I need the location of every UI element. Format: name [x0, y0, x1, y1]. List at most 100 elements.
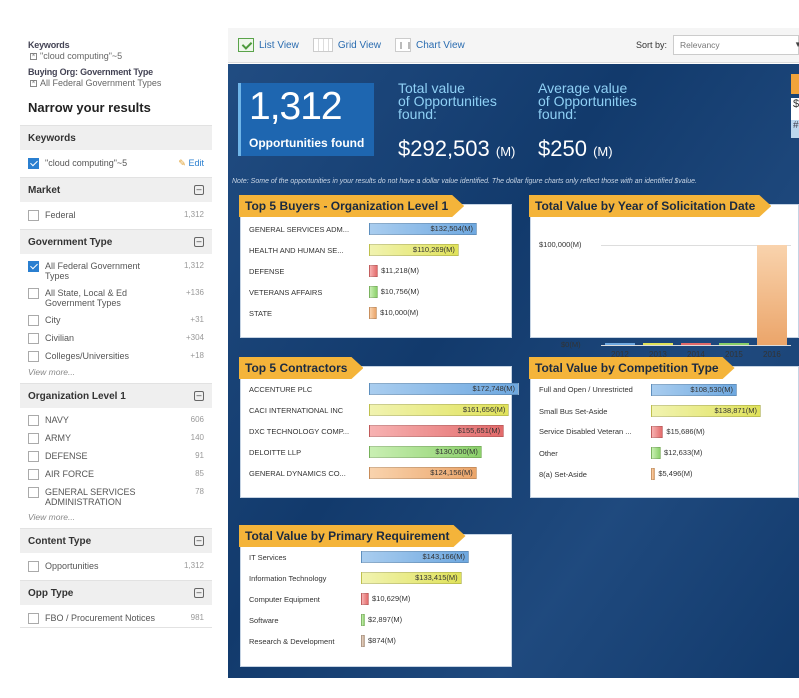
- filter-option[interactable]: NAVY 606: [20, 408, 212, 429]
- filter-label: GENERAL SERVICES ADMINISTRATION: [45, 487, 136, 507]
- sort-select[interactable]: Relevancy ▼: [673, 35, 799, 55]
- chart-title: Total Value by Competition Type: [529, 357, 735, 379]
- checkbox[interactable]: [28, 351, 39, 362]
- filter-count: 140: [190, 433, 204, 442]
- bar[interactable]: $15,686(M): [651, 426, 705, 438]
- bar[interactable]: $108,530(M): [651, 384, 737, 396]
- section-header[interactable]: Opp Type –: [20, 581, 212, 605]
- bar-value-label: $155,651(M): [457, 426, 501, 435]
- checkbox[interactable]: [28, 469, 39, 480]
- chart-title: Top 5 Contractors: [239, 357, 363, 379]
- checkbox[interactable]: [28, 288, 39, 299]
- bar-row: DXC TECHNOLOGY COMP... $155,651(M): [249, 424, 505, 438]
- bar[interactable]: $138,871(M): [651, 405, 761, 417]
- collapse-icon[interactable]: –: [194, 588, 204, 598]
- filter-option[interactable]: Opportunities 1,312: [20, 553, 212, 580]
- checkbox[interactable]: [28, 210, 39, 221]
- checkbox[interactable]: [28, 561, 39, 572]
- checkbox[interactable]: [28, 333, 39, 344]
- chart-title: Total Value by Year of Solicitation Date: [529, 195, 771, 217]
- bar-row: Other $12,633(M): [539, 446, 702, 460]
- filter-option[interactable]: City +31: [20, 311, 212, 329]
- dollar-value-note: Note: Some of the opportunities in your …: [232, 178, 697, 185]
- section-header[interactable]: Content Type –: [20, 529, 212, 553]
- column-bar[interactable]: [643, 343, 673, 345]
- column-bar[interactable]: [757, 245, 787, 345]
- filter-option[interactable]: AIR FORCE 85: [20, 465, 212, 483]
- bar[interactable]: $5,496(M): [651, 468, 693, 480]
- collapse-icon[interactable]: –: [194, 536, 204, 546]
- bar[interactable]: $132,504(M): [369, 223, 477, 235]
- bar[interactable]: $10,629(M): [361, 593, 410, 605]
- crumb-value[interactable]: × "cloud computing"~5: [28, 51, 204, 61]
- filter-label: All Federal Government Types: [45, 261, 141, 281]
- bar[interactable]: $874(M): [361, 635, 396, 647]
- bar[interactable]: $2,897(M): [361, 614, 402, 626]
- checkbox[interactable]: [28, 451, 39, 462]
- view-more-link[interactable]: View more...: [20, 510, 212, 528]
- bar[interactable]: $161,656(M): [369, 404, 510, 416]
- section-header[interactable]: Organization Level 1 –: [20, 384, 212, 408]
- section-header[interactable]: Market –: [20, 178, 212, 202]
- collapse-icon[interactable]: –: [194, 391, 204, 401]
- total-value: $292,503 (M): [398, 136, 515, 162]
- filter-option[interactable]: ARMY 140: [20, 429, 212, 447]
- filter-option[interactable]: All State, Local & Ed Government Types +…: [20, 284, 212, 311]
- bar[interactable]: $110,269(M): [369, 244, 459, 256]
- checkbox[interactable]: [28, 415, 39, 426]
- bar[interactable]: $124,156(M): [369, 467, 477, 479]
- bar[interactable]: $130,000(M): [369, 446, 482, 458]
- filter-count: 1,312: [183, 261, 204, 270]
- bar-category-label: GENERAL DYNAMICS CO...: [249, 468, 346, 478]
- bar[interactable]: $143,166(M): [361, 551, 469, 563]
- chart-view-button[interactable]: Chart View: [395, 38, 465, 52]
- checkbox[interactable]: [28, 158, 39, 169]
- bar[interactable]: $155,651(M): [369, 425, 505, 437]
- bar[interactable]: $172,748(M): [369, 383, 519, 395]
- crumb-value[interactable]: × All Federal Government Types: [28, 78, 204, 88]
- column-bar[interactable]: [681, 343, 711, 345]
- collapse-icon[interactable]: –: [194, 185, 204, 195]
- list-view-button[interactable]: List View: [238, 38, 299, 52]
- grid-view-button[interactable]: Grid View: [312, 38, 381, 52]
- section-header[interactable]: Government Type –: [20, 230, 212, 254]
- export-button[interactable]: [791, 74, 799, 94]
- average-value-label: Average value of Opportunities found:: [538, 81, 637, 121]
- filter-label: Colleges/Universities: [45, 351, 130, 361]
- government-type-section: Government Type – All Federal Government …: [20, 230, 212, 384]
- remove-filter-icon[interactable]: ×: [30, 79, 37, 87]
- view-more-link[interactable]: View more...: [20, 365, 212, 383]
- bar[interactable]: $11,218(M): [369, 265, 419, 277]
- bar-chart-icon: [395, 38, 412, 52]
- filter-option[interactable]: "cloud computing"~5 ✎ Edit: [20, 150, 212, 177]
- pencil-icon: ✎: [178, 158, 186, 168]
- bar[interactable]: $12,633(M): [651, 447, 702, 459]
- checkbox[interactable]: [28, 487, 39, 498]
- checkbox[interactable]: [28, 613, 39, 624]
- collapse-icon[interactable]: –: [194, 237, 204, 247]
- filter-option[interactable]: DEFENSE 91: [20, 447, 212, 465]
- filter-option[interactable]: Colleges/Universities +18: [20, 347, 212, 365]
- column-bar[interactable]: [719, 343, 749, 345]
- filter-count: 606: [190, 415, 204, 424]
- currency-toggle[interactable]: $: [791, 98, 799, 120]
- remove-filter-icon[interactable]: ×: [30, 52, 37, 60]
- filter-option[interactable]: Civilian +304: [20, 329, 212, 347]
- checkbox[interactable]: [28, 315, 39, 326]
- bar-row: STATE $10,000(M): [249, 306, 419, 320]
- filter-label: NAVY: [45, 415, 69, 425]
- crumb-value-text: All Federal Government Types: [40, 78, 162, 88]
- bar[interactable]: $10,756(M): [369, 286, 419, 298]
- section-header: Keywords: [20, 126, 212, 150]
- column-bar[interactable]: [605, 343, 635, 345]
- filter-option[interactable]: All Federal Government Types 1,312: [20, 254, 212, 284]
- filter-option[interactable]: GENERAL SERVICES ADMINISTRATION 78: [20, 483, 212, 510]
- bar[interactable]: $10,000(M): [369, 307, 419, 319]
- checkbox[interactable]: [28, 433, 39, 444]
- filter-option[interactable]: Federal 1,312: [20, 202, 212, 229]
- bar[interactable]: $133,415(M): [361, 572, 462, 584]
- edit-link[interactable]: ✎ Edit: [178, 158, 204, 169]
- count-toggle[interactable]: #: [791, 120, 799, 138]
- filter-option[interactable]: FBO / Procurement Notices 981: [20, 605, 212, 627]
- checkbox[interactable]: [28, 261, 39, 272]
